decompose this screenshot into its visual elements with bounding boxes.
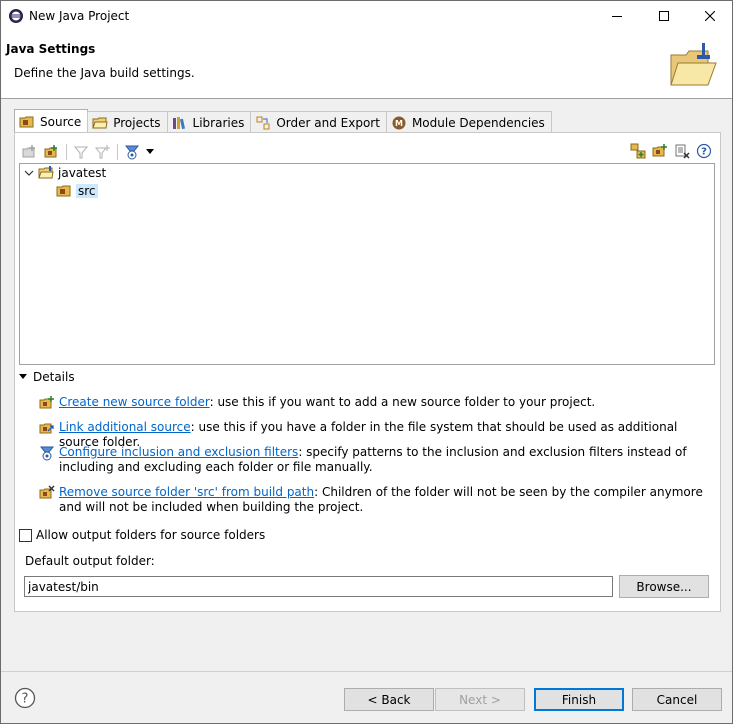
tree-item-project[interactable]: javatest	[24, 164, 106, 182]
configure-filters-button[interactable]	[121, 142, 143, 162]
remove-source-folder-link[interactable]: Remove source folder 'src' from build pa…	[59, 485, 314, 499]
module-icon: M	[392, 116, 406, 129]
configure-inclusion-exclusion-filters-link[interactable]: Configure inclusion and exclusion filter…	[59, 445, 298, 459]
add-folder-button[interactable]	[19, 142, 41, 162]
default-output-folder-input[interactable]	[24, 576, 613, 597]
link-source-icon	[39, 423, 54, 434]
tab-libraries[interactable]: Libraries	[166, 111, 252, 133]
remove-source-folder-icon	[39, 485, 55, 499]
link-source-icon	[44, 145, 57, 158]
configure-filters-icon	[39, 446, 55, 461]
java-project-icon	[38, 166, 54, 179]
include-filter-button[interactable]	[70, 142, 92, 162]
add-source-folder-button[interactable]	[649, 141, 671, 161]
wizard-banner: Java Settings Define the Java build sett…	[1, 31, 732, 99]
order-export-icon	[256, 116, 270, 129]
banner-description: Define the Java build settings.	[14, 66, 195, 80]
allow-output-folders-option[interactable]: Allow output folders for source folders	[19, 528, 265, 542]
title-bar: New Java Project	[1, 1, 732, 31]
details-header: Details	[33, 370, 75, 384]
help-icon: ?	[696, 143, 712, 159]
tab-projects[interactable]: Projects	[87, 111, 168, 133]
detail-create-source-folder: Create new source folder: use this if yo…	[39, 395, 719, 411]
tab-label: Module Dependencies	[411, 115, 545, 130]
chevron-down-icon	[146, 149, 154, 154]
banner-title: Java Settings	[6, 42, 96, 56]
window-title: New Java Project	[29, 9, 130, 23]
libraries-icon	[172, 116, 185, 129]
tab-label: Order and Export	[276, 115, 380, 130]
help-icon: ?	[14, 687, 36, 709]
eclipse-icon	[9, 9, 23, 23]
tree-item-src[interactable]: src	[56, 182, 98, 200]
chevron-down-icon	[19, 374, 27, 379]
detail-text: : use this if you want to add a new sour…	[209, 395, 596, 409]
java-project-folder-icon	[670, 43, 717, 86]
default-output-folder-label: Default output folder:	[25, 554, 155, 568]
exclude-filter-button[interactable]	[92, 142, 114, 162]
allow-output-folders-checkbox[interactable]	[19, 528, 32, 542]
minimize-icon	[612, 16, 622, 17]
minimize-button[interactable]	[594, 1, 640, 31]
tab-module-dependencies[interactable]: M Module Dependencies	[385, 111, 552, 133]
tab-label: Projects	[113, 115, 161, 130]
toolbar-separator	[66, 144, 67, 160]
configure-dropdown-button[interactable]	[143, 142, 157, 162]
toolbar-separator	[117, 144, 118, 160]
tab-label: Source	[40, 114, 82, 129]
close-button[interactable]	[687, 1, 733, 31]
source-folders-tree[interactable]: javatest src	[19, 163, 715, 365]
source-folder-icon	[19, 116, 34, 127]
detail-remove-source-folder: Remove source folder 'src' from build pa…	[39, 485, 719, 515]
footer-separator	[1, 671, 732, 672]
help-button[interactable]: ?	[14, 687, 36, 709]
maximize-icon	[659, 11, 669, 21]
checkbox-label: Allow output folders for source folders	[36, 528, 266, 542]
details-section-toggle[interactable]: Details	[19, 370, 75, 384]
projects-icon	[92, 117, 108, 128]
toolbar-help-button[interactable]: ?	[693, 141, 715, 161]
chevron-down-icon[interactable]	[24, 168, 34, 178]
remove-button[interactable]	[671, 141, 693, 161]
finish-button[interactable]: Finish	[534, 688, 624, 711]
source-folder-icon	[56, 185, 71, 197]
tab-source[interactable]: Source	[14, 109, 89, 133]
browse-button[interactable]: Browse...	[619, 575, 709, 598]
filter-plus-icon	[95, 145, 110, 159]
remove-icon	[675, 144, 690, 159]
add-folder-icon	[22, 145, 35, 158]
tab-label: Libraries	[192, 115, 245, 130]
expand-all-button[interactable]	[627, 141, 649, 161]
toolbar-right-group: ?	[627, 141, 715, 161]
add-source-folder-icon	[652, 144, 667, 157]
svg-text:?: ?	[701, 147, 707, 158]
tab-bar: Source Projects Libraries Order and Expo…	[14, 109, 552, 133]
detail-configure-filters: Configure inclusion and exclusion filter…	[39, 445, 719, 475]
create-new-source-folder-link[interactable]: Create new source folder	[59, 395, 210, 409]
svg-text:?: ?	[22, 692, 29, 707]
maximize-button[interactable]	[641, 1, 687, 31]
back-button[interactable]: < Back	[344, 688, 434, 711]
cancel-button[interactable]: Cancel	[632, 688, 722, 711]
filter-icon	[73, 146, 89, 159]
tab-order-and-export[interactable]: Order and Export	[250, 111, 387, 133]
svg-text:M: M	[395, 119, 403, 128]
configure-filters-icon	[124, 145, 140, 160]
expand-all-icon	[630, 143, 646, 159]
link-source-button[interactable]	[41, 142, 63, 162]
close-icon	[705, 11, 715, 21]
tree-label: src	[76, 184, 98, 198]
tree-label: javatest	[58, 166, 107, 180]
source-toolbar: ?	[19, 141, 715, 163]
next-button[interactable]: Next >	[435, 688, 525, 711]
new-source-folder-icon	[39, 396, 54, 409]
link-additional-source-link[interactable]: Link additional source	[59, 420, 191, 434]
new-java-project-dialog: New Java Project Java Settings Define th…	[0, 0, 733, 724]
